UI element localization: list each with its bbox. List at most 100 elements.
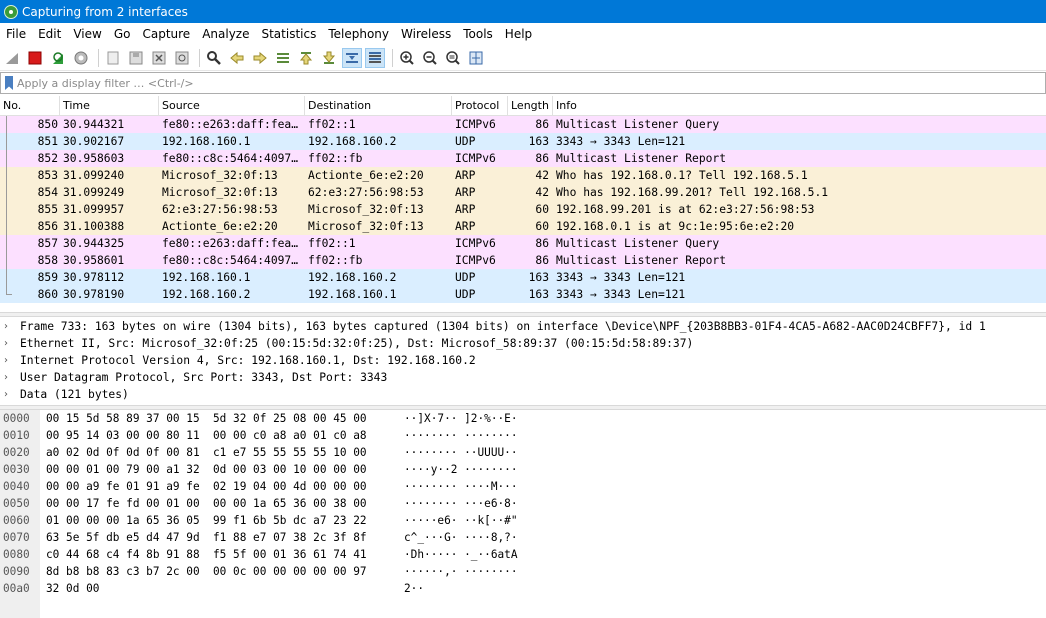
expand-arrow-icon[interactable]: › <box>4 318 16 335</box>
menu-help[interactable]: Help <box>499 23 538 45</box>
bytes-ascii: c^_···G· ····8,?· <box>404 531 518 544</box>
column-header-info[interactable]: Info <box>553 96 1046 115</box>
restart-capture-icon[interactable] <box>48 48 68 68</box>
packet-list-header: No. Time Source Destination Protocol Len… <box>0 96 1046 116</box>
column-header-time[interactable]: Time <box>60 96 159 115</box>
bytes-row[interactable]: 0070 63 5e 5f db e5 d4 47 9d f1 88 e7 07 … <box>0 529 1046 546</box>
bytes-offset: 0000 <box>3 412 30 425</box>
detail-row-ethernet[interactable]: › Ethernet II, Src: Microsof_32:0f:25 (00… <box>0 335 1046 352</box>
toolbar-separator <box>98 48 99 67</box>
cell-info: Multicast Listener Query <box>556 237 720 250</box>
title-bar: Capturing from 2 interfaces <box>0 0 1046 23</box>
resize-columns-icon[interactable] <box>466 48 486 68</box>
menu-wireless[interactable]: Wireless <box>395 23 457 45</box>
menu-view[interactable]: View <box>67 23 107 45</box>
packet-list: No. Time Source Destination Protocol Len… <box>0 96 1046 303</box>
zoom-normal-icon[interactable] <box>443 48 463 68</box>
table-row[interactable]: 853 31.099240 Microsof_32:0f:13 Actionte_6e… <box>0 167 1046 184</box>
cell-time: 31.099957 <box>63 203 125 216</box>
table-row[interactable]: 857 30.944325 fe80::e263:daff:fea… ff02::1 I… <box>0 235 1046 252</box>
expand-arrow-icon[interactable]: › <box>4 352 16 369</box>
expand-arrow-icon[interactable]: › <box>4 369 16 386</box>
bytes-row[interactable]: 0050 00 00 17 fe fd 00 01 00 00 00 1a 65 … <box>0 495 1046 512</box>
reload-file-icon[interactable] <box>172 48 192 68</box>
table-row[interactable]: 854 31.099249 Microsof_32:0f:13 62:e3:27:56… <box>0 184 1046 201</box>
cell-source: Microsof_32:0f:13 <box>162 169 278 182</box>
cell-no: 856 <box>37 220 58 233</box>
go-to-packet-icon[interactable] <box>273 48 293 68</box>
column-header-source[interactable]: Source <box>159 96 305 115</box>
bytes-row[interactable]: 00a0 32 0d 00 2·· <box>0 580 1046 597</box>
find-packet-icon[interactable] <box>204 48 224 68</box>
close-file-icon[interactable] <box>149 48 169 68</box>
bytes-row[interactable]: 0000 00 15 5d 58 89 37 00 15 5d 32 0f 25 … <box>0 410 1046 427</box>
bytes-row[interactable]: 0020 a0 02 0d 0f 0d 0f 00 81 c1 e7 55 55 … <box>0 444 1046 461</box>
bytes-ascii: ········ ···e6·8· <box>404 497 518 510</box>
stop-capture-icon[interactable] <box>25 48 45 68</box>
cell-protocol: ARP <box>455 186 476 199</box>
menu-capture[interactable]: Capture <box>136 23 196 45</box>
zoom-in-icon[interactable] <box>397 48 417 68</box>
bytes-row[interactable]: 0060 01 00 00 00 1a 65 36 05 99 f1 6b 5b … <box>0 512 1046 529</box>
column-header-protocol[interactable]: Protocol <box>452 96 508 115</box>
go-first-icon[interactable] <box>296 48 316 68</box>
cell-protocol: ICMPv6 <box>455 254 496 267</box>
menu-file[interactable]: File <box>0 23 32 45</box>
table-row[interactable]: 852 30.958603 fe80::c8c:5464:4097… ff02::fb… <box>0 150 1046 167</box>
cell-destination: 192.168.160.2 <box>308 135 397 148</box>
shark-fin-start-icon[interactable] <box>2 48 22 68</box>
go-forward-icon[interactable] <box>250 48 270 68</box>
bytes-row[interactable]: 0080 c0 44 68 c4 f4 8b 91 88 f5 5f 00 01 … <box>0 546 1046 563</box>
go-back-icon[interactable] <box>227 48 247 68</box>
bytes-row[interactable]: 0030 00 00 01 00 79 00 a1 32 0d 00 03 00 … <box>0 461 1046 478</box>
cell-info: 3343 → 3343 Len=121 <box>556 271 686 284</box>
cell-source: fe80::e263:daff:fea… <box>162 118 299 131</box>
display-filter-bar <box>0 72 1046 94</box>
table-row[interactable]: 850 30.944321 fe80::e263:daff:fea… ff02::1 I… <box>0 116 1046 133</box>
cell-info: Multicast Listener Report <box>556 254 727 267</box>
zoom-out-icon[interactable] <box>420 48 440 68</box>
display-filter-input[interactable] <box>17 76 1017 90</box>
detail-row-frame[interactable]: › Frame 733: 163 bytes on wire (1304 bits… <box>0 318 1046 335</box>
capture-options-icon[interactable] <box>71 48 91 68</box>
column-header-length[interactable]: Length <box>508 96 553 115</box>
menu-analyze[interactable]: Analyze <box>196 23 255 45</box>
menu-tools[interactable]: Tools <box>457 23 499 45</box>
table-row[interactable]: 859 30.978112 192.168.160.1 192.168.160.2 UD… <box>0 269 1046 286</box>
bytes-row[interactable]: 0010 00 95 14 03 00 00 80 11 00 00 c0 a8 … <box>0 427 1046 444</box>
save-file-icon[interactable] <box>126 48 146 68</box>
cell-source: 62:e3:27:56:98:53 <box>162 203 278 216</box>
column-header-destination[interactable]: Destination <box>305 96 452 115</box>
menu-go[interactable]: Go <box>108 23 137 45</box>
packet-bytes-pane: 0000 00 15 5d 58 89 37 00 15 5d 32 0f 25 … <box>0 410 1046 618</box>
column-header-no[interactable]: No. <box>0 96 60 115</box>
related-packet-line <box>6 218 7 235</box>
cell-no: 853 <box>37 169 58 182</box>
detail-row-data[interactable]: › Data (121 bytes) <box>0 386 1046 403</box>
table-row[interactable]: 855 31.099957 62:e3:27:56:98:53 Microsof_32… <box>0 201 1046 218</box>
menu-statistics[interactable]: Statistics <box>255 23 322 45</box>
go-last-icon[interactable] <box>319 48 339 68</box>
expand-arrow-icon[interactable]: › <box>4 386 16 403</box>
autoscroll-icon[interactable] <box>342 47 362 68</box>
detail-row-ipv4[interactable]: › Internet Protocol Version 4, Src: 192.1… <box>0 352 1046 369</box>
menu-telephony[interactable]: Telephony <box>322 23 395 45</box>
cell-destination: 192.168.160.1 <box>308 288 397 301</box>
table-row[interactable]: 858 30.958601 fe80::c8c:5464:4097… ff02::fb… <box>0 252 1046 269</box>
cell-no: 858 <box>37 254 58 267</box>
table-row[interactable]: 860 30.978190 192.168.160.2 192.168.160.1 UD… <box>0 286 1046 303</box>
table-row[interactable]: 856 31.100388 Actionte_6e:e2:20 Microsof_32… <box>0 218 1046 235</box>
filter-bookmark-icon[interactable] <box>5 76 13 90</box>
pane-splitter[interactable] <box>0 312 1046 317</box>
cell-source: 192.168.160.1 <box>162 271 251 284</box>
menu-edit[interactable]: Edit <box>32 23 67 45</box>
related-packet-line <box>6 133 7 150</box>
expand-arrow-icon[interactable]: › <box>4 335 16 352</box>
detail-row-udp[interactable]: › User Datagram Protocol, Src Port: 3343,… <box>0 369 1046 386</box>
table-row[interactable]: 851 30.902167 192.168.160.1 192.168.160.2 UD… <box>0 133 1046 150</box>
open-file-icon[interactable] <box>103 48 123 68</box>
cell-time: 30.944321 <box>63 118 125 131</box>
bytes-row[interactable]: 0040 00 00 a9 fe 01 91 a9 fe 02 19 04 00 … <box>0 478 1046 495</box>
colorize-icon[interactable] <box>365 47 385 68</box>
bytes-row[interactable]: 0090 8d b8 b8 83 c3 b7 2c 00 00 0c 00 00 … <box>0 563 1046 580</box>
